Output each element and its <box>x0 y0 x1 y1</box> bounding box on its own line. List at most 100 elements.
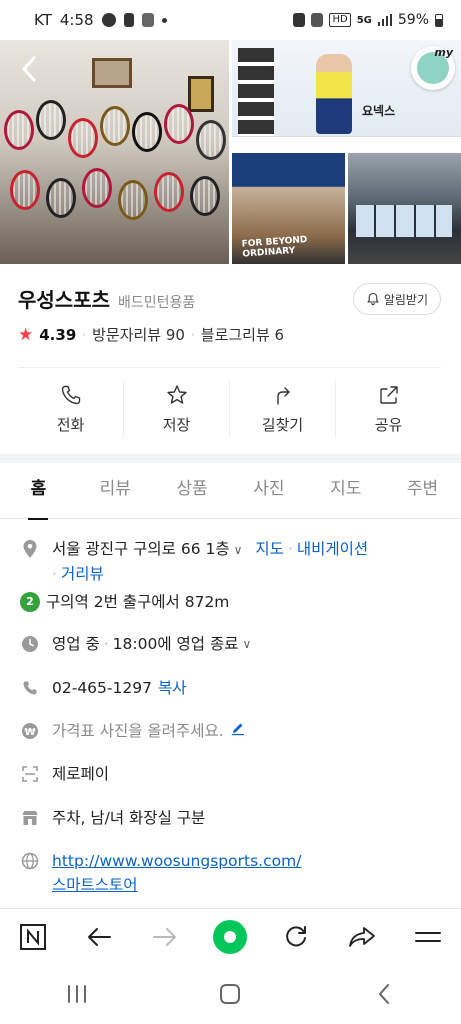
navigation-link[interactable]: 내비게이션 <box>297 540 368 558</box>
recent-apps-icon <box>67 985 86 1003</box>
home-button[interactable] <box>210 974 250 1014</box>
chevron-left-icon <box>379 984 390 1004</box>
racket-image <box>154 172 184 212</box>
website-link[interactable]: http://www.woosungsports.com/ <box>52 852 301 870</box>
rating-row: ★ 4.39 · 방문자리뷰 90 · 블로그리뷰 6 <box>18 324 284 345</box>
tab-nearby[interactable]: 주변 <box>384 463 461 519</box>
map-link[interactable]: 지도 <box>255 540 284 558</box>
subway-line-badge: 2 <box>20 592 40 612</box>
more-notifications-icon <box>161 17 167 23</box>
scan-icon <box>20 762 40 786</box>
chevron-down-icon[interactable]: ∨ <box>234 538 243 562</box>
photo-storefront[interactable] <box>348 153 461 264</box>
my-profile-button[interactable] <box>411 46 455 90</box>
directions-button[interactable]: 길찾기 <box>230 380 336 438</box>
back-button[interactable] <box>14 54 44 84</box>
blog-reviews-link[interactable]: 블로그리뷰 6 <box>201 324 284 345</box>
share-button[interactable]: 공유 <box>336 380 441 438</box>
website-block: http://www.woosungsports.com/ 스마트스토어 <box>52 849 301 897</box>
photo-main[interactable] <box>0 40 229 264</box>
divider <box>18 367 441 368</box>
banner-text: FOR BEYOND ORDINARY <box>241 235 308 260</box>
location-pin-icon <box>20 537 40 561</box>
naver-n-icon <box>19 923 46 950</box>
green-dot-button[interactable] <box>210 917 250 957</box>
separator-dot: · <box>52 565 57 583</box>
tab-reviews[interactable]: 리뷰 <box>77 463 154 519</box>
directions-label: 길찾기 <box>261 415 304 434</box>
tab-home[interactable]: 홈 <box>0 463 77 519</box>
app-icon <box>141 13 154 27</box>
place-category: 배드민턴용품 <box>118 295 196 311</box>
alarm-label: 알림받기 <box>383 292 428 307</box>
address-text[interactable]: 서울 광진구 구의로 66 1층 <box>52 540 230 558</box>
forward-nav-button[interactable] <box>145 917 185 957</box>
status-left: KT 4:58 <box>34 11 167 29</box>
info-section: 서울 광진구 구의로 66 1층 ∨ 지도 · 내비게이션 · 거리뷰 2 구의역 2번… <box>0 520 461 908</box>
racket-image <box>36 100 66 140</box>
reload-icon <box>286 925 307 946</box>
back-nav-button[interactable] <box>79 917 119 957</box>
facilities-text: 주차, 남/녀 화장실 구분 <box>52 809 206 827</box>
call-button[interactable]: 전화 <box>18 380 124 438</box>
website-menu-strip <box>232 136 461 150</box>
share-arrow-icon <box>349 926 376 947</box>
action-bar: 전화 저장 길찾기 공유 <box>18 380 441 438</box>
photo-gallery: 요넥스 FOR BEYOND ORDINARY <box>0 40 461 264</box>
photo-website[interactable]: 요넥스 <box>232 40 461 150</box>
price-row[interactable]: ₩ 가격표 사진을 올려주세요. <box>20 719 449 743</box>
tab-photos[interactable]: 사진 <box>230 463 307 519</box>
place-header: 우성스포츠 배드민턴용품 알림받기 ★ 4.39 · 방문자리뷰 90 · 블로… <box>0 264 461 454</box>
racket-image <box>196 120 226 160</box>
racket-image <box>118 180 148 220</box>
my-avatar-icon <box>417 46 453 84</box>
menu-button[interactable] <box>408 917 448 957</box>
hours-close: 18:00에 영업 종료 <box>112 635 239 653</box>
svg-text:₩: ₩ <box>24 727 35 738</box>
green-dot-icon <box>213 919 248 954</box>
smartstore-link[interactable]: 스마트스토어 <box>52 876 138 894</box>
recent-apps-button[interactable] <box>57 974 97 1014</box>
separator-dot: · <box>82 327 87 342</box>
carrier-label: KT <box>34 11 52 29</box>
pencil-icon[interactable] <box>230 719 246 743</box>
alarm-button[interactable]: 알림받기 <box>352 283 441 315</box>
status-right: HD 5G 59% <box>293 12 443 28</box>
player-image <box>316 54 352 134</box>
facilities-row: 주차, 남/녀 화장실 구분 <box>20 806 449 830</box>
naver-home-button[interactable] <box>13 917 53 957</box>
chevron-down-icon[interactable]: ∨ <box>242 632 251 656</box>
photo-storefront-banner[interactable]: FOR BEYOND ORDINARY <box>232 153 345 264</box>
arrow-left-icon <box>87 927 111 946</box>
racket-thumbnails <box>238 48 274 138</box>
tab-products[interactable]: 상품 <box>154 463 231 519</box>
browser-toolbar <box>0 908 461 964</box>
bell-icon <box>367 292 379 306</box>
place-name: 우성스포츠 <box>18 288 110 312</box>
wall-frame <box>188 76 214 112</box>
visitor-reviews-link[interactable]: 방문자리뷰 90 <box>92 324 185 345</box>
lock-icon <box>293 13 306 27</box>
racket-image <box>132 112 162 152</box>
tab-map[interactable]: 지도 <box>307 463 384 519</box>
battery-percent: 59% <box>397 12 429 28</box>
racket-image <box>10 170 40 210</box>
reload-button[interactable] <box>276 917 316 957</box>
save-button[interactable]: 저장 <box>124 380 230 438</box>
address-block: 서울 광진구 구의로 66 1층 ∨ 지도 · 내비게이션 · 거리뷰 <box>52 537 368 586</box>
separator-dot: · <box>287 540 293 558</box>
racket-image <box>164 104 194 144</box>
racket-image <box>190 176 220 216</box>
call-label: 전화 <box>56 415 85 434</box>
back-arrow-icon <box>22 56 36 82</box>
share-nav-button[interactable] <box>342 917 382 957</box>
photo-brand-text: 요넥스 <box>362 104 396 118</box>
roadview-link[interactable]: 거리뷰 <box>61 565 104 583</box>
system-back-button[interactable] <box>364 974 404 1014</box>
separator-dot: · <box>190 327 195 342</box>
phone-number[interactable]: 02-465-1297 <box>52 676 152 700</box>
hours-row[interactable]: 영업 중 · 18:00에 영업 종료 ∨ <box>20 632 449 656</box>
battery-icon <box>435 13 443 27</box>
copy-phone-button[interactable]: 복사 <box>158 676 187 700</box>
phone-icon <box>20 676 40 700</box>
